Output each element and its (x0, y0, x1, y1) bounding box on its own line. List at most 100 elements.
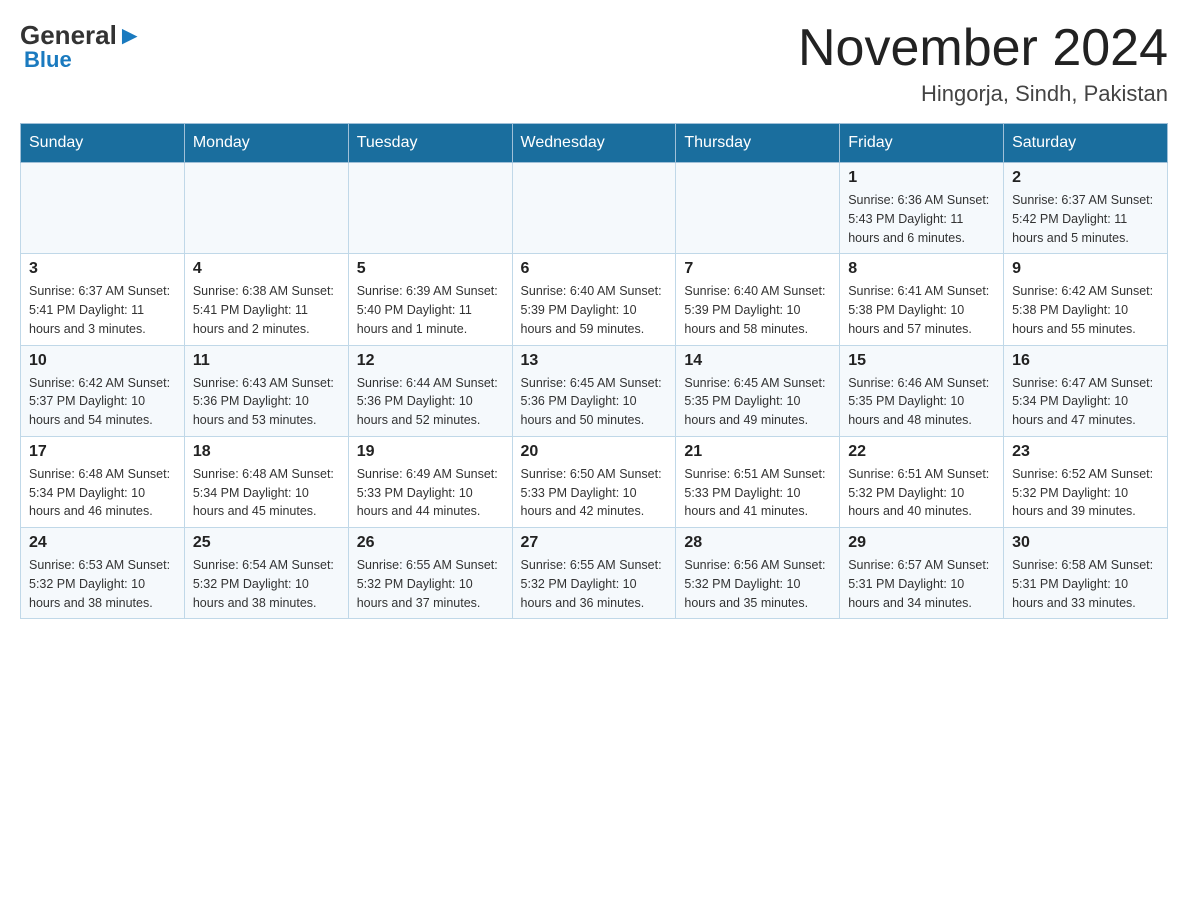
day-number: 12 (357, 352, 504, 370)
day-number: 14 (684, 352, 831, 370)
day-info: Sunrise: 6:48 AM Sunset: 5:34 PM Dayligh… (193, 465, 340, 521)
day-number: 6 (521, 260, 668, 278)
day-info: Sunrise: 6:38 AM Sunset: 5:41 PM Dayligh… (193, 282, 340, 338)
day-number: 5 (357, 260, 504, 278)
day-info: Sunrise: 6:42 AM Sunset: 5:37 PM Dayligh… (29, 374, 176, 430)
calendar-cell (676, 163, 840, 254)
day-number: 30 (1012, 534, 1159, 552)
calendar-cell: 3Sunrise: 6:37 AM Sunset: 5:41 PM Daylig… (21, 254, 185, 345)
calendar-cell: 5 Sunrise: 6:39 AM Sunset: 5:40 PM Daylig… (348, 254, 512, 345)
calendar-cell: 29 Sunrise: 6:57 AM Sunset: 5:31 PM Dayli… (840, 528, 1004, 619)
calendar-cell: 19 Sunrise: 6:49 AM Sunset: 5:33 PM Dayli… (348, 436, 512, 527)
day-info: Sunrise: 6:58 AM Sunset: 5:31 PM Dayligh… (1012, 556, 1159, 612)
calendar-week-row: 24 Sunrise: 6:53 AM Sunset: 5:32 PM Dayli… (21, 528, 1168, 619)
day-number: 13 (521, 352, 668, 370)
calendar-cell: 26 Sunrise: 6:55 AM Sunset: 5:32 PM Dayli… (348, 528, 512, 619)
month-title: November 2024 (798, 20, 1168, 77)
logo: General ► Blue (20, 20, 143, 73)
calendar-cell: 16 Sunrise: 6:47 AM Sunset: 5:34 PM Dayli… (1004, 345, 1168, 436)
page-header: General ► Blue November 2024 Hingorja, S… (20, 20, 1168, 107)
day-number: 11 (193, 352, 340, 370)
day-info: Sunrise: 6:55 AM Sunset: 5:32 PM Dayligh… (357, 556, 504, 612)
day-number: 7 (684, 260, 831, 278)
day-number: 10 (29, 352, 176, 370)
day-number: 8 (848, 260, 995, 278)
calendar-cell: 20Sunrise: 6:50 AM Sunset: 5:33 PM Dayli… (512, 436, 676, 527)
day-info: Sunrise: 6:46 AM Sunset: 5:35 PM Dayligh… (848, 374, 995, 430)
day-info: Sunrise: 6:37 AM Sunset: 5:41 PM Dayligh… (29, 282, 176, 338)
day-info: Sunrise: 6:44 AM Sunset: 5:36 PM Dayligh… (357, 374, 504, 430)
calendar-week-row: 17 Sunrise: 6:48 AM Sunset: 5:34 PM Dayli… (21, 436, 1168, 527)
day-number: 18 (193, 443, 340, 461)
calendar-cell: 15 Sunrise: 6:46 AM Sunset: 5:35 PM Dayli… (840, 345, 1004, 436)
calendar-cell: 17 Sunrise: 6:48 AM Sunset: 5:34 PM Dayli… (21, 436, 185, 527)
title-section: November 2024 Hingorja, Sindh, Pakistan (798, 20, 1168, 107)
day-number: 29 (848, 534, 995, 552)
day-info: Sunrise: 6:51 AM Sunset: 5:33 PM Dayligh… (684, 465, 831, 521)
day-info: Sunrise: 6:47 AM Sunset: 5:34 PM Dayligh… (1012, 374, 1159, 430)
weekday-header-tuesday: Tuesday (348, 124, 512, 163)
day-number: 15 (848, 352, 995, 370)
calendar-cell: 23 Sunrise: 6:52 AM Sunset: 5:32 PM Dayli… (1004, 436, 1168, 527)
calendar-cell: 11Sunrise: 6:43 AM Sunset: 5:36 PM Dayli… (184, 345, 348, 436)
weekday-header-saturday: Saturday (1004, 124, 1168, 163)
calendar-cell (348, 163, 512, 254)
calendar-cell: 2 Sunrise: 6:37 AM Sunset: 5:42 PM Daylig… (1004, 163, 1168, 254)
location-title: Hingorja, Sindh, Pakistan (798, 81, 1168, 107)
day-info: Sunrise: 6:48 AM Sunset: 5:34 PM Dayligh… (29, 465, 176, 521)
day-info: Sunrise: 6:49 AM Sunset: 5:33 PM Dayligh… (357, 465, 504, 521)
logo-subtitle: Blue (24, 47, 72, 73)
calendar-cell: 18 Sunrise: 6:48 AM Sunset: 5:34 PM Dayli… (184, 436, 348, 527)
calendar-cell: 1Sunrise: 6:36 AM Sunset: 5:43 PM Daylig… (840, 163, 1004, 254)
day-number: 4 (193, 260, 340, 278)
day-number: 16 (1012, 352, 1159, 370)
day-number: 17 (29, 443, 176, 461)
calendar-week-row: 10 Sunrise: 6:42 AM Sunset: 5:37 PM Dayli… (21, 345, 1168, 436)
day-info: Sunrise: 6:45 AM Sunset: 5:35 PM Dayligh… (684, 374, 831, 430)
weekday-header-wednesday: Wednesday (512, 124, 676, 163)
day-info: Sunrise: 6:54 AM Sunset: 5:32 PM Dayligh… (193, 556, 340, 612)
calendar-cell: 28 Sunrise: 6:56 AM Sunset: 5:32 PM Dayli… (676, 528, 840, 619)
calendar-week-row: 3Sunrise: 6:37 AM Sunset: 5:41 PM Daylig… (21, 254, 1168, 345)
day-number: 2 (1012, 169, 1159, 187)
calendar-cell: 10 Sunrise: 6:42 AM Sunset: 5:37 PM Dayli… (21, 345, 185, 436)
calendar-cell: 8Sunrise: 6:41 AM Sunset: 5:38 PM Daylig… (840, 254, 1004, 345)
day-number: 23 (1012, 443, 1159, 461)
calendar-cell: 12 Sunrise: 6:44 AM Sunset: 5:36 PM Dayli… (348, 345, 512, 436)
calendar-week-row: 1Sunrise: 6:36 AM Sunset: 5:43 PM Daylig… (21, 163, 1168, 254)
weekday-header-monday: Monday (184, 124, 348, 163)
day-number: 24 (29, 534, 176, 552)
weekday-header-thursday: Thursday (676, 124, 840, 163)
calendar-cell: 22Sunrise: 6:51 AM Sunset: 5:32 PM Dayli… (840, 436, 1004, 527)
calendar-cell: 25 Sunrise: 6:54 AM Sunset: 5:32 PM Dayli… (184, 528, 348, 619)
calendar-cell (512, 163, 676, 254)
calendar-cell (21, 163, 185, 254)
calendar-cell: 21 Sunrise: 6:51 AM Sunset: 5:33 PM Dayli… (676, 436, 840, 527)
day-info: Sunrise: 6:42 AM Sunset: 5:38 PM Dayligh… (1012, 282, 1159, 338)
day-info: Sunrise: 6:57 AM Sunset: 5:31 PM Dayligh… (848, 556, 995, 612)
weekday-header-row: SundayMondayTuesdayWednesdayThursdayFrid… (21, 124, 1168, 163)
calendar-cell: 30 Sunrise: 6:58 AM Sunset: 5:31 PM Dayli… (1004, 528, 1168, 619)
day-number: 19 (357, 443, 504, 461)
calendar-cell: 4 Sunrise: 6:38 AM Sunset: 5:41 PM Daylig… (184, 254, 348, 345)
calendar-cell: 9 Sunrise: 6:42 AM Sunset: 5:38 PM Daylig… (1004, 254, 1168, 345)
calendar-cell: 13Sunrise: 6:45 AM Sunset: 5:36 PM Dayli… (512, 345, 676, 436)
calendar-cell: 27Sunrise: 6:55 AM Sunset: 5:32 PM Dayli… (512, 528, 676, 619)
day-info: Sunrise: 6:37 AM Sunset: 5:42 PM Dayligh… (1012, 191, 1159, 247)
day-info: Sunrise: 6:40 AM Sunset: 5:39 PM Dayligh… (521, 282, 668, 338)
day-number: 25 (193, 534, 340, 552)
day-info: Sunrise: 6:39 AM Sunset: 5:40 PM Dayligh… (357, 282, 504, 338)
day-number: 28 (684, 534, 831, 552)
day-number: 26 (357, 534, 504, 552)
day-number: 27 (521, 534, 668, 552)
day-number: 9 (1012, 260, 1159, 278)
calendar-cell: 14 Sunrise: 6:45 AM Sunset: 5:35 PM Dayli… (676, 345, 840, 436)
day-number: 1 (848, 169, 995, 187)
weekday-header-friday: Friday (840, 124, 1004, 163)
day-info: Sunrise: 6:53 AM Sunset: 5:32 PM Dayligh… (29, 556, 176, 612)
calendar-cell: 6 Sunrise: 6:40 AM Sunset: 5:39 PM Daylig… (512, 254, 676, 345)
day-info: Sunrise: 6:56 AM Sunset: 5:32 PM Dayligh… (684, 556, 831, 612)
day-number: 21 (684, 443, 831, 461)
calendar-cell (184, 163, 348, 254)
day-info: Sunrise: 6:52 AM Sunset: 5:32 PM Dayligh… (1012, 465, 1159, 521)
